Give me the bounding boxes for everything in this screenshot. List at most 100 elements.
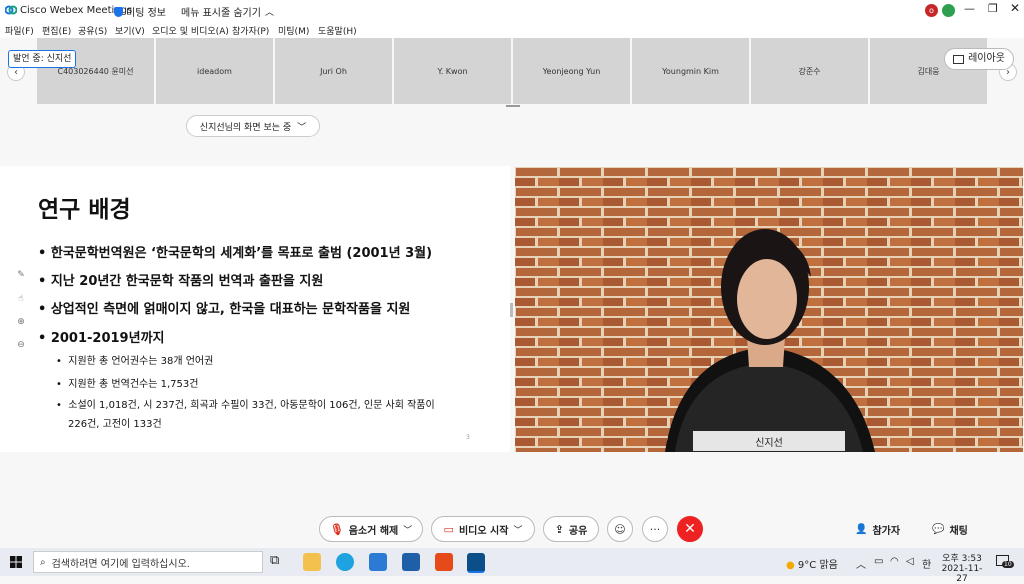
chat-label: 채팅 bbox=[949, 526, 968, 537]
office-icon[interactable] bbox=[435, 553, 453, 571]
signal-icon[interactable] bbox=[942, 4, 955, 17]
menu-edit[interactable]: 편집(E) bbox=[42, 24, 71, 37]
menu-meeting[interactable]: 미팅(M) bbox=[278, 24, 309, 37]
participant-tile[interactable]: Yeonjeong Yun bbox=[513, 38, 630, 104]
slide-bullet: • 상업적인 측면에 얽매이지 않고, 한국을 대표하는 문학작품을 지원 bbox=[38, 302, 411, 317]
mic-muted-icon: 🎙 bbox=[329, 522, 344, 536]
active-speaker-badge: 발언 중: 신지선 bbox=[8, 50, 77, 68]
end-meeting-button[interactable]: ✕ bbox=[677, 516, 703, 542]
more-options-button[interactable]: ··· bbox=[642, 516, 668, 542]
clock-time: 오후 3:53 bbox=[942, 554, 982, 564]
weather-label: 9°C 맑음 bbox=[797, 560, 838, 571]
network-icon[interactable]: ▭ bbox=[874, 556, 883, 567]
unmute-label: 음소거 해제 bbox=[348, 525, 399, 537]
avatar[interactable]: o bbox=[925, 4, 938, 17]
menu-share[interactable]: 공유(S) bbox=[78, 24, 107, 37]
participant-tile[interactable]: Youngmin Kim bbox=[632, 38, 749, 104]
slide-page-number: 3 bbox=[466, 434, 470, 441]
participant-tile[interactable]: ideadom bbox=[156, 38, 273, 104]
title-bar: Cisco Webex Meetings 미팅 정보 메뉴 표시줄 숨기기 ︿ … bbox=[0, 0, 1024, 22]
viewing-label: 신지선님의 화면 보는 중 bbox=[199, 122, 292, 133]
brick-wall-background bbox=[515, 167, 1023, 452]
menu-bar: 파일(F) 편집(E) 공유(S) 보기(V) 오디오 및 비디오(A) 참가자… bbox=[0, 22, 1024, 38]
slide-bullet: • 한국문학번역원은 ‘한국문학의 세계화’를 목표로 출범 (2001년 3월… bbox=[38, 246, 433, 261]
unmute-button[interactable]: 🎙 음소거 해제 ﹀ bbox=[319, 516, 423, 542]
chevron-down-icon: ﹀ bbox=[403, 525, 413, 536]
participants-label: 참가자 bbox=[872, 526, 901, 537]
menu-participants[interactable]: 참가자(P) bbox=[232, 24, 269, 37]
participant-tile[interactable]: Y. Kwon bbox=[394, 38, 511, 104]
participant-tile[interactable]: 강준수 bbox=[751, 38, 868, 104]
slide-sub-bullet: • 지원한 총 언어권수는 38개 언어권 bbox=[56, 356, 214, 367]
chevron-down-icon: ﹀ bbox=[297, 122, 307, 133]
hide-menu-button[interactable]: 메뉴 표시줄 숨기기 ︿ bbox=[181, 4, 274, 19]
store-icon[interactable] bbox=[402, 553, 420, 571]
layout-label: 레이아웃 bbox=[968, 53, 1005, 64]
participants-panel-button[interactable]: 👤 참가자 bbox=[855, 522, 900, 537]
participant-tile[interactable]: Juri Oh bbox=[275, 38, 392, 104]
wifi-icon[interactable]: ◠ bbox=[890, 556, 899, 567]
strip-drag-handle[interactable] bbox=[506, 105, 520, 107]
layout-button[interactable]: 레이아웃 bbox=[944, 48, 1014, 70]
restore-icon[interactable]: ❐ bbox=[988, 2, 998, 15]
annotate-icon[interactable]: ✎ bbox=[14, 268, 28, 282]
slide-sub-bullet: • 소설이 1,018건, 시 237건, 희곡과 수필이 33건, 아동문학이… bbox=[56, 400, 435, 411]
meeting-info-button[interactable]: 미팅 정보 bbox=[114, 4, 166, 19]
menu-help[interactable]: 도움말(H) bbox=[318, 24, 357, 37]
chevron-up-icon: ︿ bbox=[264, 8, 274, 18]
notification-count: 10 bbox=[1002, 561, 1014, 568]
volume-icon[interactable]: ◁ bbox=[906, 556, 914, 567]
zoom-in-icon[interactable]: ⊕ bbox=[14, 315, 28, 329]
slide-title: 연구 배경 bbox=[38, 197, 131, 223]
share-icon: ⇪ bbox=[554, 522, 564, 536]
slide-sub-bullet: • 지원한 총 번역건수는 1,753건 bbox=[56, 379, 199, 390]
chat-panel-button[interactable]: 💬 채팅 bbox=[932, 522, 968, 537]
file-explorer-icon[interactable] bbox=[303, 553, 321, 571]
webex-logo-icon bbox=[4, 5, 18, 15]
person-icon: 👤 bbox=[855, 524, 868, 535]
pointer-icon[interactable]: ☝ bbox=[14, 292, 28, 306]
search-icon: ⌕ bbox=[40, 556, 46, 568]
edge-browser-icon[interactable] bbox=[336, 553, 354, 571]
task-view-icon[interactable]: ⧉ bbox=[270, 553, 288, 571]
menu-file[interactable]: 파일(F) bbox=[5, 24, 34, 37]
webex-taskbar-icon[interactable] bbox=[467, 553, 485, 573]
meeting-info-label: 미팅 정보 bbox=[126, 8, 166, 19]
participant-strip: C403026440 윤미선 ideadom Juri Oh Y. Kwon Y… bbox=[0, 38, 1024, 106]
slide-bullet: • 지난 20년간 한국문학 작품의 번역과 출판을 지원 bbox=[38, 274, 324, 289]
reactions-button[interactable]: ☺ bbox=[607, 516, 633, 542]
share-label: 공유 bbox=[568, 525, 588, 537]
video-off-icon: ▭ bbox=[443, 522, 454, 536]
search-placeholder: 검색하려면 여기에 입력하십시오. bbox=[51, 558, 190, 570]
minimize-icon[interactable]: — bbox=[964, 2, 975, 15]
viewing-share-dropdown[interactable]: 신지선님의 화면 보는 중 ﹀ bbox=[186, 115, 320, 137]
shield-icon bbox=[114, 6, 123, 17]
taskbar-search-input[interactable]: ⌕ 검색하려면 여기에 입력하십시오. bbox=[33, 551, 263, 573]
menu-view[interactable]: 보기(V) bbox=[115, 24, 145, 37]
chat-icon: 💬 bbox=[932, 524, 945, 535]
mail-icon[interactable] bbox=[369, 553, 387, 571]
menu-audio-video[interactable]: 오디오 및 비디오(A) bbox=[152, 24, 229, 37]
share-button[interactable]: ⇪ 공유 bbox=[543, 516, 599, 542]
windows-start-icon[interactable] bbox=[10, 556, 22, 568]
clock[interactable]: 오후 3:53 2021-11-27 bbox=[940, 551, 984, 584]
speaker-video bbox=[515, 167, 1023, 452]
zoom-out-icon[interactable]: ⊖ bbox=[14, 338, 28, 352]
clock-date: 2021-11-27 bbox=[941, 564, 983, 584]
video-name-label: 신지선 bbox=[693, 431, 845, 451]
close-icon[interactable]: ✕ bbox=[1010, 1, 1020, 15]
layout-icon bbox=[953, 54, 965, 64]
start-video-button[interactable]: ▭ 비디오 시작 ﹀ bbox=[431, 516, 535, 542]
close-icon: ✕ bbox=[684, 521, 696, 537]
chevron-down-icon: ﹀ bbox=[513, 525, 523, 536]
participant-tile[interactable]: C403026440 윤미선 bbox=[37, 38, 154, 104]
start-video-label: 비디오 시작 bbox=[458, 525, 509, 537]
ime-indicator[interactable]: 한 bbox=[922, 556, 931, 571]
tray-chevron-up-icon[interactable]: ︿ bbox=[856, 556, 866, 571]
notification-center-icon[interactable]: 10 bbox=[996, 555, 1014, 569]
panel-splitter[interactable] bbox=[510, 303, 513, 317]
slide-bullet: • 2001-2019년까지 bbox=[38, 331, 165, 346]
more-icon: ··· bbox=[649, 522, 661, 536]
weather-widget[interactable]: ● 9°C 맑음 bbox=[786, 556, 838, 571]
slide-sub-bullet-cont: 226건, 고전이 133건 bbox=[68, 419, 162, 430]
